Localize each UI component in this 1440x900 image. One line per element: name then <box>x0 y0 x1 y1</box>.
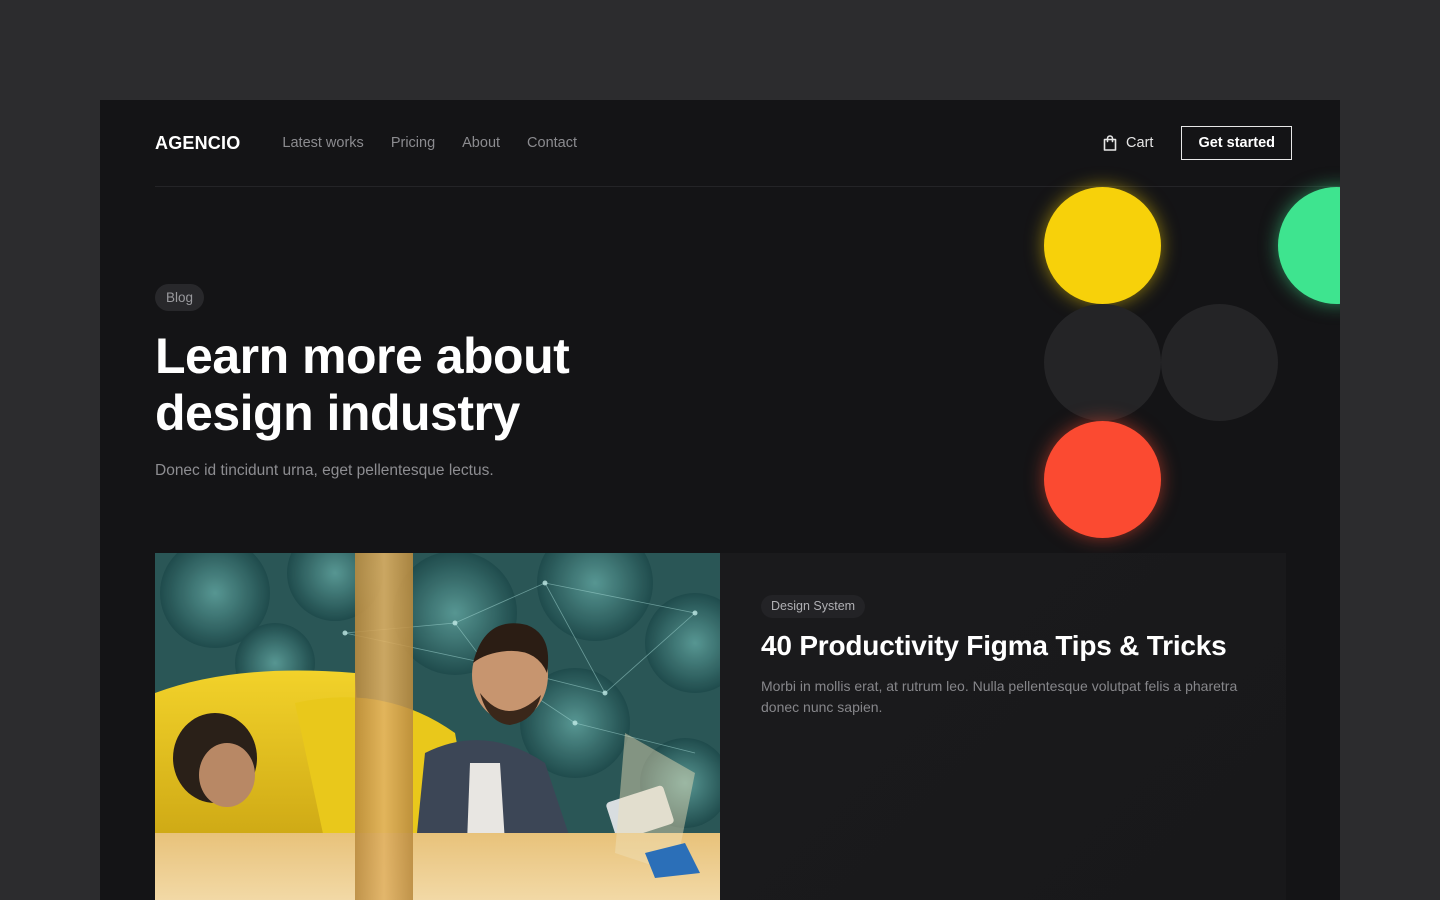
article-cover-image[interactable] <box>155 553 720 900</box>
decor-circle-green <box>1278 187 1340 304</box>
featured-article-card[interactable]: Design System 40 Productivity Figma Tips… <box>155 553 1286 900</box>
decor-circle-dark <box>1161 304 1278 421</box>
get-started-button[interactable]: Get started <box>1181 126 1292 160</box>
hero-title-line-1: Learn more about <box>155 328 570 384</box>
logo[interactable]: AGENCIO <box>155 133 240 154</box>
nav-link-contact[interactable]: Contact <box>527 135 577 151</box>
decor-circle-red <box>1044 421 1161 538</box>
article-content: Design System 40 Productivity Figma Tips… <box>761 595 1241 718</box>
nav-links: Latest works Pricing About Contact <box>282 135 577 151</box>
cart-button[interactable]: Cart <box>1103 135 1153 151</box>
page-frame: AGENCIO Latest works Pricing About Conta… <box>100 100 1340 900</box>
cart-label: Cart <box>1126 135 1154 151</box>
article-title[interactable]: 40 Productivity Figma Tips & Tricks <box>761 628 1241 664</box>
office-photo-illustration <box>155 553 720 900</box>
decor-circle-dark <box>1044 304 1161 421</box>
nav-divider <box>155 186 1340 187</box>
article-description: Morbi in mollis erat, at rutrum leo. Nul… <box>761 678 1238 715</box>
hero-title-line-2: design industry <box>155 385 520 441</box>
decor-circle-yellow <box>1044 187 1161 304</box>
nav-link-latest-works[interactable]: Latest works <box>282 135 363 151</box>
article-category-tag[interactable]: Design System <box>761 595 866 618</box>
hero-subtitle: Donec id tincidunt urna, eget pellentesq… <box>155 462 494 479</box>
top-navigation: AGENCIO Latest works Pricing About Conta… <box>155 126 1292 160</box>
nav-actions: Cart Get started <box>1103 126 1292 160</box>
hero-title: Learn more about design industry <box>155 328 675 442</box>
shopping-bag-icon <box>1103 135 1117 151</box>
nav-link-pricing[interactable]: Pricing <box>391 135 435 151</box>
blog-badge: Blog <box>155 284 205 311</box>
nav-link-about[interactable]: About <box>462 135 500 151</box>
